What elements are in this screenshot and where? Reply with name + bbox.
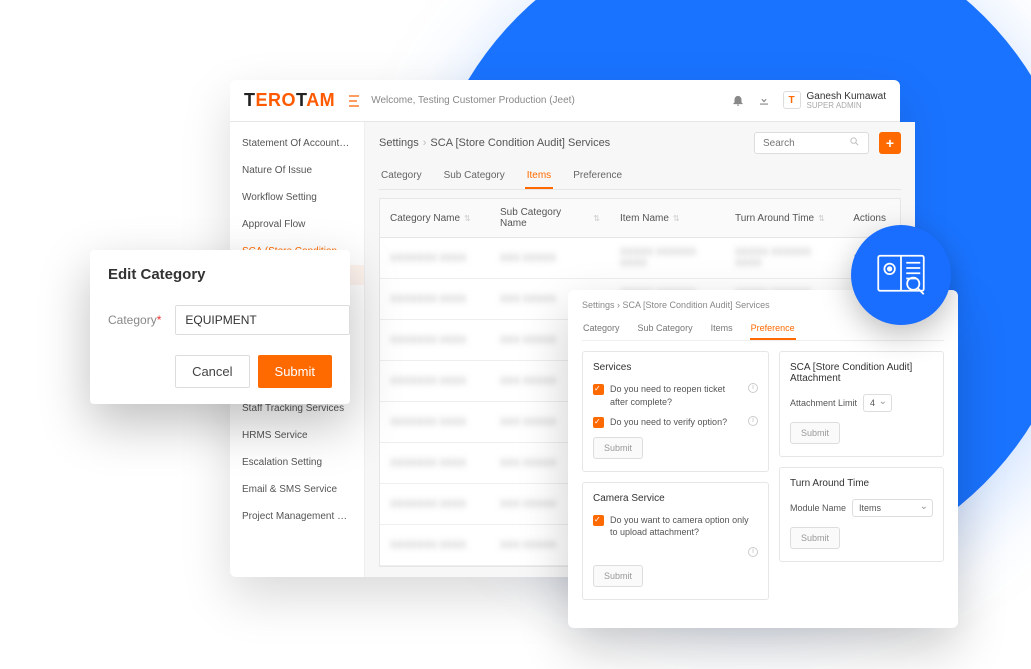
sidebar-item[interactable]: Approval Flow bbox=[230, 211, 364, 238]
th-tat[interactable]: Turn Around Time⇅ bbox=[725, 199, 840, 237]
submit-button[interactable]: Submit bbox=[258, 355, 332, 388]
cancel-button[interactable]: Cancel bbox=[175, 355, 249, 388]
info-icon[interactable]: i bbox=[748, 383, 758, 393]
user-role: SUPER ADMIN bbox=[807, 102, 887, 111]
search-icon bbox=[849, 136, 860, 150]
tab-items[interactable]: Items bbox=[525, 164, 553, 189]
table-row: XXXXXXX XXXXXXX XXXXXXXXXX XXXXXX XXXXXX… bbox=[380, 238, 900, 279]
attachment-limit-select[interactable]: 4 bbox=[863, 394, 892, 412]
welcome-text: Welcome, Testing Customer Production (Je… bbox=[371, 95, 730, 106]
sidebar-item[interactable]: Statement Of Account S… bbox=[230, 130, 364, 157]
app-header: TEROTAM Welcome, Testing Customer Produc… bbox=[230, 80, 900, 122]
download-icon[interactable] bbox=[757, 93, 771, 107]
tab-preference[interactable]: Preference bbox=[750, 318, 796, 340]
preference-window: Settings › SCA [Store Condition Audit] S… bbox=[568, 290, 958, 628]
category-input[interactable] bbox=[175, 305, 350, 335]
sidebar-item[interactable]: Email & SMS Service bbox=[230, 476, 364, 503]
info-icon[interactable]: i bbox=[748, 547, 758, 557]
sidebar-item[interactable]: HRMS Service bbox=[230, 422, 364, 449]
tab-preference[interactable]: Preference bbox=[571, 164, 624, 189]
camera-card: Camera Service Do you want to camera opt… bbox=[582, 482, 769, 600]
tab-subcategory[interactable]: Sub Category bbox=[442, 164, 507, 189]
submit-button[interactable]: Submit bbox=[593, 565, 643, 587]
th-category[interactable]: Category Name⇅ bbox=[380, 199, 490, 237]
sidebar-item[interactable]: Nature Of Issue bbox=[230, 157, 364, 184]
user-menu[interactable]: T Ganesh Kumawat SUPER ADMIN bbox=[783, 91, 887, 111]
card-title: SCA [Store Condition Audit] Attachment bbox=[790, 362, 933, 384]
tat-card: Turn Around Time Module NameItems Submit bbox=[779, 467, 944, 562]
tab-category[interactable]: Category bbox=[582, 318, 621, 340]
user-avatar: T bbox=[783, 91, 801, 109]
tab-items[interactable]: Items bbox=[710, 318, 734, 340]
card-title: Services bbox=[593, 362, 758, 373]
search-input[interactable] bbox=[754, 132, 869, 154]
modal-title: Edit Category bbox=[108, 266, 332, 283]
checkbox[interactable] bbox=[593, 417, 604, 428]
tab-subcategory[interactable]: Sub Category bbox=[637, 318, 694, 340]
th-item[interactable]: Item Name⇅ bbox=[610, 199, 725, 237]
checkbox[interactable] bbox=[593, 384, 604, 395]
card-title: Turn Around Time bbox=[790, 478, 933, 489]
submit-button[interactable]: Submit bbox=[593, 437, 643, 459]
tabs: Category Sub Category Items Preference bbox=[379, 164, 901, 190]
bell-icon[interactable] bbox=[731, 93, 745, 107]
checkbox[interactable] bbox=[593, 515, 604, 526]
add-button[interactable]: + bbox=[879, 132, 901, 154]
info-icon[interactable]: i bbox=[748, 416, 758, 426]
tab-category[interactable]: Category bbox=[379, 164, 424, 189]
services-card: Services Do you need to reopen ticket af… bbox=[582, 351, 769, 472]
sidebar-item[interactable]: Project Management Ser… bbox=[230, 503, 364, 530]
sidebar-item[interactable]: Workflow Setting bbox=[230, 184, 364, 211]
feature-badge bbox=[851, 225, 951, 325]
chevron-up-icon: ⌃ bbox=[355, 246, 363, 256]
sidebar-item[interactable]: Escalation Setting bbox=[230, 449, 364, 476]
submit-button[interactable]: Submit bbox=[790, 422, 840, 444]
user-name: Ganesh Kumawat bbox=[807, 91, 887, 102]
field-label: Category* bbox=[108, 313, 161, 327]
menu-toggle-icon[interactable] bbox=[349, 95, 363, 107]
breadcrumb: Settings›SCA [Store Condition Audit] Ser… bbox=[379, 137, 744, 149]
th-subcategory[interactable]: Sub Category Name⇅ bbox=[490, 199, 610, 237]
attachment-card: SCA [Store Condition Audit] Attachment A… bbox=[779, 351, 944, 457]
card-title: Camera Service bbox=[593, 493, 758, 504]
brand-logo: TEROTAM bbox=[244, 90, 335, 111]
submit-button[interactable]: Submit bbox=[790, 527, 840, 549]
module-name-select[interactable]: Items bbox=[852, 499, 933, 517]
edit-category-modal: Edit Category Category* Cancel Submit bbox=[90, 250, 350, 404]
